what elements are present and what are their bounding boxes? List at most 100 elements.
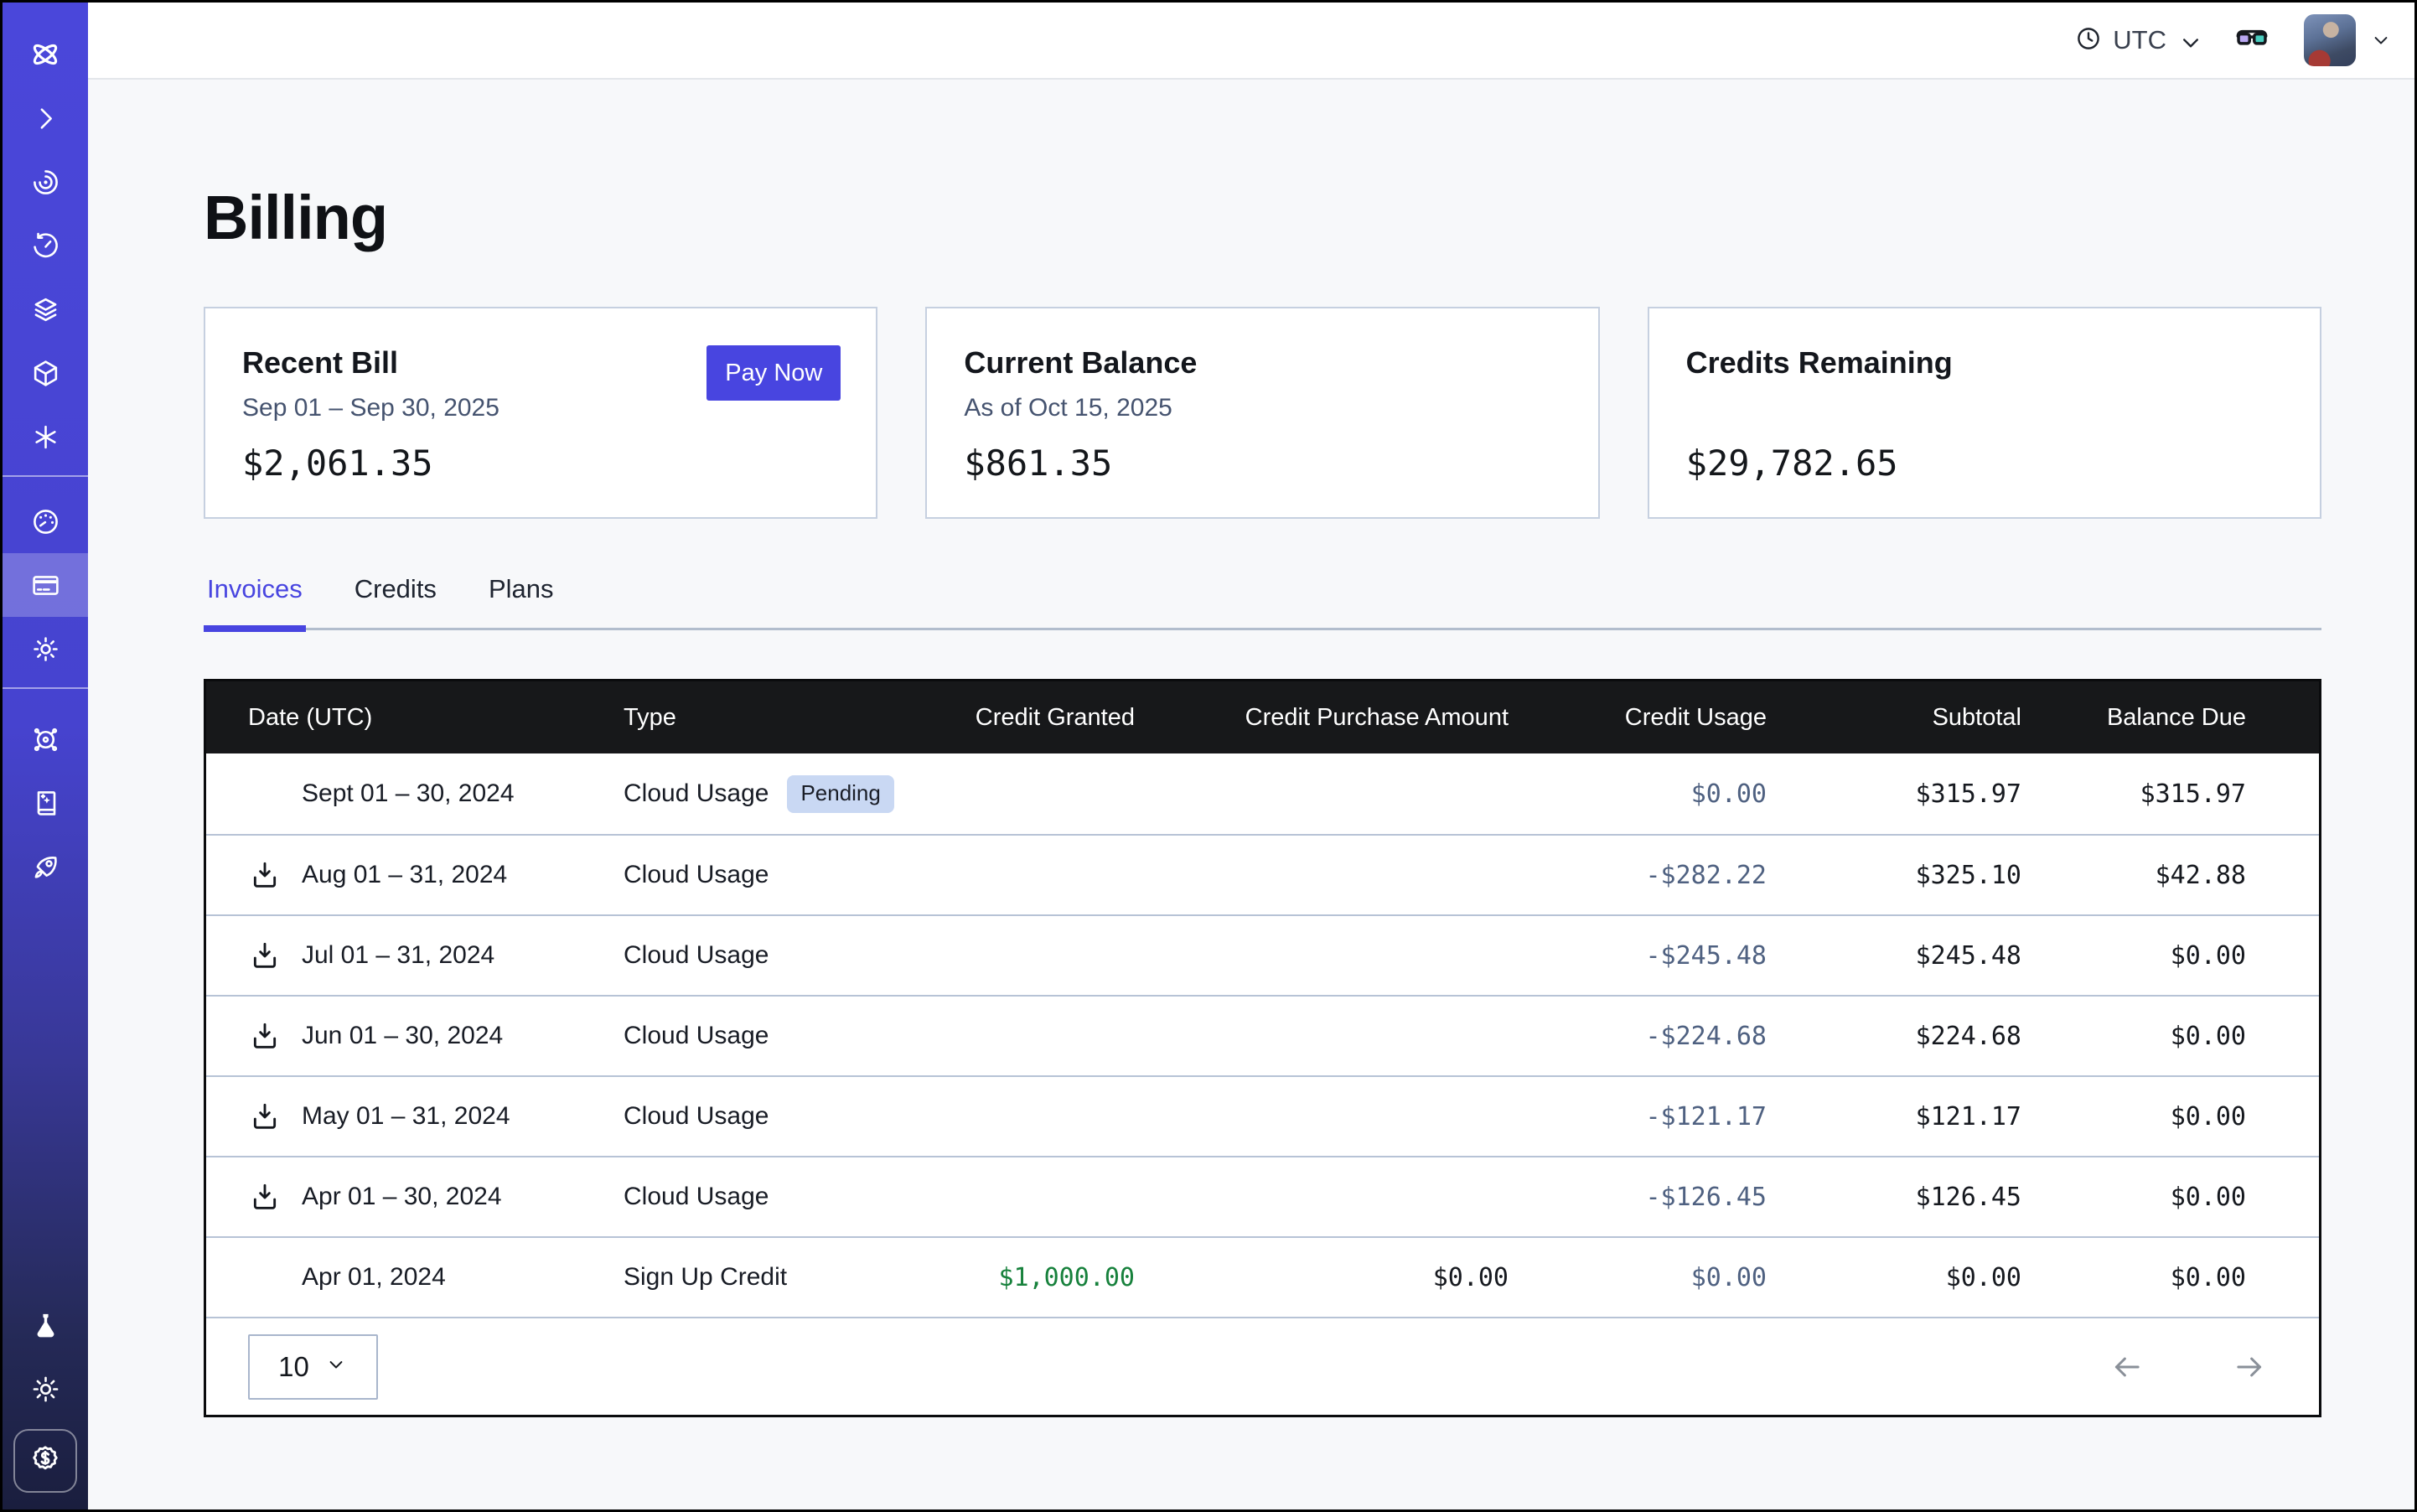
table-row: May 01 – 31, 2024 Cloud Usage -$121.17$1… [206,1075,2319,1156]
goggles-icon [2233,20,2270,61]
invoice-date: Apr 01 – 30, 2024 [302,1183,502,1211]
rocket-icon [30,852,61,883]
cell-balance-due: $0.00 [2021,1022,2246,1051]
billing-tabs: Invoices Credits Plans [204,574,2321,630]
user-menu[interactable] [2304,14,2393,66]
cell-subtotal: $126.45 [1767,1183,2021,1212]
sidebar-item-chevron-right[interactable] [3,86,88,150]
invoices-table: Date (UTC) Type Credit Granted Credit Pu… [204,679,2321,1417]
table-row: Apr 01 – 30, 2024 Cloud Usage -$126.45$1… [206,1156,2319,1236]
chevron-down-icon [324,1351,348,1383]
cell-credit-granted: $1,000.00 [935,1263,1135,1292]
cell-date: Jun 01 – 30, 2024 [206,1019,624,1053]
cell-type: Cloud Usage [624,861,935,889]
cell-balance-due: $0.00 [2021,941,2246,971]
helm-icon [30,724,61,755]
sidebar-item-helm[interactable] [3,707,88,771]
recent-bill-amount: $2,061.35 [242,443,433,484]
sidebar-item-layers[interactable] [3,277,88,341]
column-header-credit-granted: Credit Granted [935,704,1135,732]
sidebar-item-spark-logo[interactable] [3,23,88,86]
cell-subtotal: $121.17 [1767,1102,2021,1131]
sidebar-divider [3,475,88,477]
credits-remaining-card: Credits Remaining $29,782.65 [1648,307,2321,519]
invoice-date: Apr 01, 2024 [302,1263,446,1292]
download-icon[interactable] [248,1180,282,1214]
next-page-button[interactable] [2232,1349,2267,1385]
cell-subtotal: $325.10 [1767,861,2021,890]
download-icon[interactable] [248,858,282,892]
cell-type: Cloud Usage Pending [624,775,935,813]
sidebar-divider [3,687,88,689]
status-badge: Pending [787,775,893,813]
card-subtitle: As of Oct 15, 2025 [964,394,1560,422]
download-icon-placeholder [248,777,282,810]
cell-subtotal: $245.48 [1767,941,2021,971]
previous-page-button[interactable] [2109,1349,2145,1385]
cube-icon [30,358,61,389]
sidebar-item-asterisk[interactable] [3,405,88,469]
sidebar-item-credit-card[interactable] [3,553,88,617]
cell-type: Sign Up Credit [624,1263,935,1292]
card-title: Current Balance [964,345,1560,381]
tab-invoices[interactable]: Invoices [204,574,306,628]
cell-balance-due: $315.97 [2021,779,2246,809]
sidebar-middle-group [3,489,88,681]
tab-plans[interactable]: Plans [485,574,557,628]
cell-type: Cloud Usage [624,1183,935,1211]
sidebar-item-sun[interactable] [3,1357,88,1421]
sidebar-item-timer[interactable] [3,214,88,277]
column-header-type: Type [624,704,935,732]
sidebar-item-gear[interactable] [3,617,88,681]
layers-icon [30,294,61,325]
sidebar-item-radar[interactable] [3,150,88,214]
sidebar-item-dollar-badge[interactable] [13,1429,77,1493]
invoice-type: Sign Up Credit [624,1263,787,1292]
table-header-row: Date (UTC) Type Credit Granted Credit Pu… [206,681,2319,753]
cell-subtotal: $315.97 [1767,779,2021,809]
pay-now-button[interactable]: Pay Now [706,345,841,401]
cell-date: Jul 01 – 31, 2024 [206,939,624,972]
goggles-button[interactable] [2233,20,2270,61]
spark-logo-icon [27,36,64,73]
invoice-type: Cloud Usage [624,1102,769,1131]
sidebar-item-flask[interactable] [3,1293,88,1357]
download-icon[interactable] [248,939,282,972]
sidebar-item-rocket[interactable] [3,835,88,898]
cell-subtotal: $0.00 [1767,1263,2021,1292]
cell-credit-usage: -$126.45 [1509,1183,1767,1212]
sidebar-item-gauge[interactable] [3,489,88,553]
table-body: Sept 01 – 30, 2024 Cloud Usage Pending $… [206,753,2319,1317]
user-avatar[interactable] [2304,14,2356,66]
sidebar-item-cube[interactable] [3,341,88,405]
cell-credit-usage: -$245.48 [1509,941,1767,971]
invoice-type: Cloud Usage [624,861,769,889]
table-row: Apr 01, 2024 Sign Up Credit $1,000.00 $0.… [206,1236,2319,1317]
cell-date: Sept 01 – 30, 2024 [206,777,624,810]
download-icon[interactable] [248,1019,282,1053]
table-row: Sept 01 – 30, 2024 Cloud Usage Pending $… [206,753,2319,834]
sidebar [3,3,88,1509]
download-icon[interactable] [248,1100,282,1133]
radar-icon [30,167,61,198]
chevron-right-icon [30,103,61,134]
dollar-badge-icon [28,1442,62,1480]
cell-credit-usage: $0.00 [1509,1263,1767,1292]
page-size-value: 10 [278,1351,309,1383]
download-icon-placeholder [248,1261,282,1294]
cell-balance-due: $0.00 [2021,1263,2246,1292]
column-header-credit-purchase-amount: Credit Purchase Amount [1135,704,1509,732]
recent-bill-card: Recent Bill Sep 01 – Sep 30, 2025 $2,061… [204,307,877,519]
cell-date: May 01 – 31, 2024 [206,1100,624,1133]
timezone-selector[interactable]: UTC [2074,24,2200,57]
tab-credits[interactable]: Credits [351,574,440,628]
page-size-select[interactable]: 10 [248,1334,378,1400]
invoice-type: Cloud Usage [624,1022,769,1050]
sidebar-bottom-group [3,1293,88,1509]
pagination-arrows [2109,1349,2267,1385]
invoice-type: Cloud Usage [624,941,769,970]
cell-date: Aug 01 – 31, 2024 [206,858,624,892]
cell-date: Apr 01 – 30, 2024 [206,1180,624,1214]
sidebar-item-book[interactable] [3,771,88,835]
cell-credit-usage: -$224.68 [1509,1022,1767,1051]
